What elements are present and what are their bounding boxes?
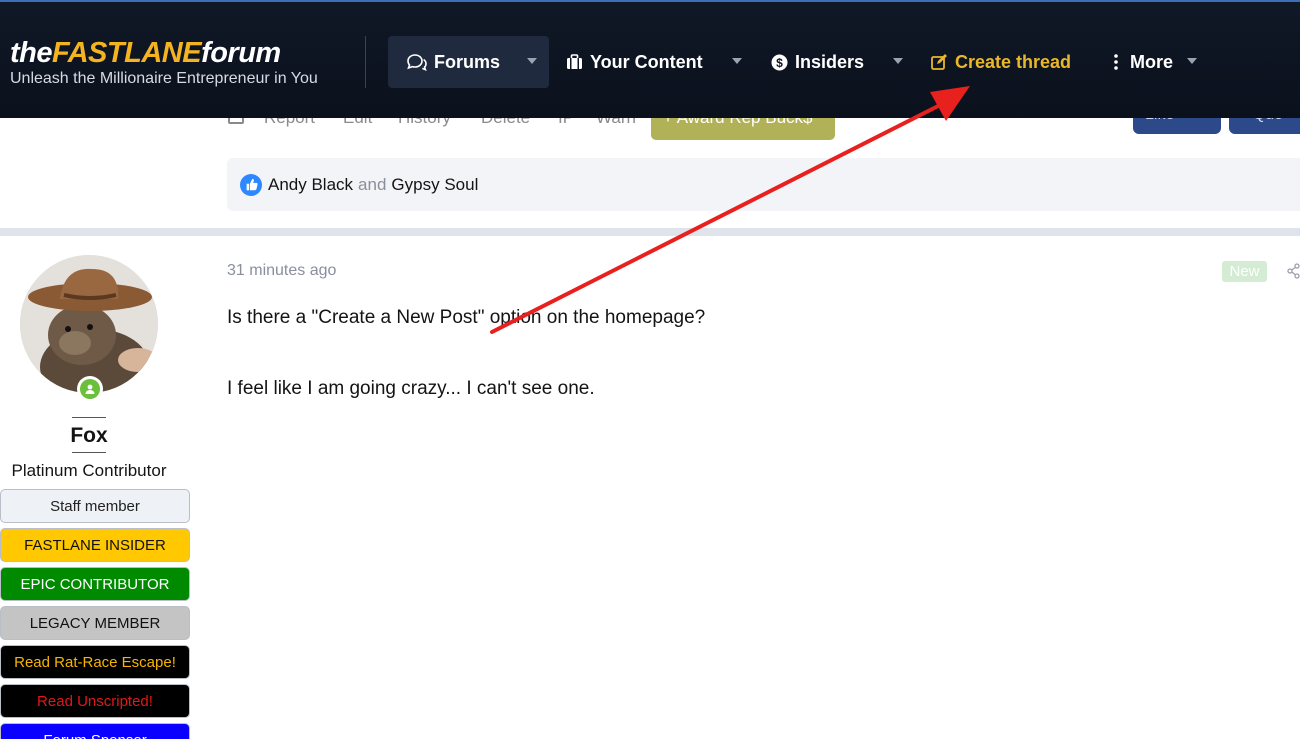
chevron-down-icon[interactable]: [527, 58, 537, 64]
nav-forums-label: Forums: [434, 51, 501, 72]
briefcase-icon: [566, 54, 583, 70]
user-banner: EPIC CONTRIBUTOR: [0, 567, 190, 601]
thumbs-up-icon: [240, 173, 262, 196]
post-body-line: I feel like I am going crazy... I can't …: [227, 378, 595, 399]
name-rule-top: [72, 417, 106, 418]
user-banner: Forum Sponsor: [0, 723, 190, 739]
svg-text:$: $: [776, 56, 783, 70]
chevron-down-icon[interactable]: [1187, 58, 1197, 64]
online-status-icon: [77, 376, 103, 402]
nav-your-content[interactable]: Your Content: [566, 36, 703, 88]
username[interactable]: Fox: [0, 424, 178, 448]
avatar[interactable]: [20, 255, 158, 393]
chevron-down-icon[interactable]: [893, 58, 903, 64]
logo-the: the: [10, 37, 53, 69]
reaction-user-link[interactable]: Andy Black: [268, 175, 353, 195]
post-timestamp[interactable]: 31 minutes ago: [227, 262, 336, 280]
logo-fastlane: FASTLANE: [52, 37, 202, 69]
logo-forum: forum: [201, 37, 281, 69]
site-tagline: Unleash the Millionaire Entrepreneur in …: [10, 70, 318, 87]
nav-create-thread-label: Create thread: [955, 51, 1072, 72]
edit-square-icon: [931, 54, 948, 70]
nav-insiders-label: Insiders: [795, 51, 865, 72]
reaction-user-link[interactable]: Gypsy Soul: [391, 175, 478, 195]
reaction-and-text: and: [358, 174, 387, 194]
vertical-dots-icon: [1114, 54, 1118, 70]
nav-insiders[interactable]: $ Insiders: [771, 36, 864, 88]
user-banner-link[interactable]: Read Rat-Race Escape!: [0, 645, 190, 679]
name-rule-bottom: [72, 452, 106, 453]
nav-forums[interactable]: Forums: [388, 36, 549, 88]
user-title: Platinum Contributor: [11, 461, 167, 480]
chevron-down-icon[interactable]: [732, 58, 742, 64]
share-icon[interactable]: [1287, 263, 1300, 284]
nav-more-label: More: [1130, 51, 1174, 72]
nav-your-content-label: Your Content: [590, 51, 703, 72]
nav-create-thread[interactable]: Create thread: [931, 36, 1071, 88]
new-badge: New: [1222, 261, 1267, 282]
user-banner: LEGACY MEMBER: [0, 606, 190, 640]
reactions-bar: Andy Black and Gypsy Soul: [227, 158, 1300, 211]
nav-more[interactable]: More: [1114, 36, 1173, 88]
post-body-line: Is there a "Create a New Post" option on…: [227, 307, 706, 328]
nav-separator: [365, 36, 366, 88]
user-banner-link[interactable]: Read Unscripted!: [0, 684, 190, 718]
site-logo[interactable]: theFASTLANEforum Unleash the Millionaire…: [10, 38, 318, 88]
top-navbar: theFASTLANEforum Unleash the Millionaire…: [0, 0, 1300, 118]
user-banner: FASTLANE INSIDER: [0, 528, 190, 562]
post-divider: [0, 228, 1300, 236]
dollar-circle-icon: $: [771, 54, 788, 71]
chat-bubbles-icon: [406, 53, 427, 71]
user-banner: Staff member: [0, 489, 190, 523]
